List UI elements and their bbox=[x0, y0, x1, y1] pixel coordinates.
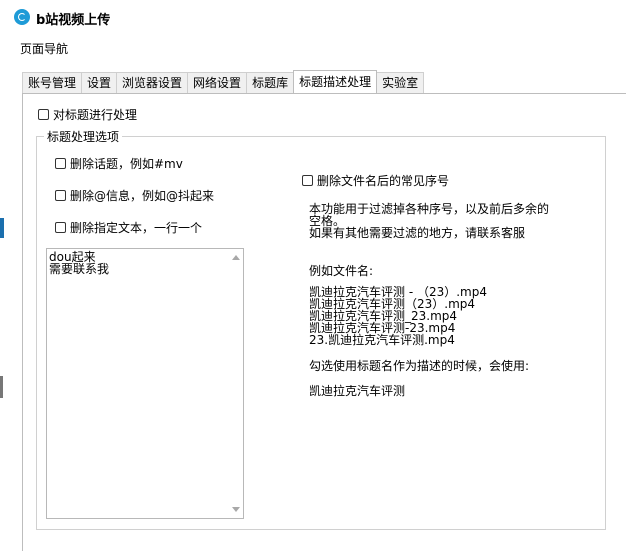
tab-title-library[interactable]: 标题库 bbox=[246, 72, 295, 93]
tab-lab[interactable]: 实验室 bbox=[376, 72, 425, 93]
page-nav-title: 页面导航 bbox=[20, 42, 69, 56]
title-options-legend: 标题处理选项 bbox=[44, 128, 123, 145]
remove-topic-checkbox[interactable]: 删除话题，例如#mv bbox=[55, 155, 183, 172]
tab-network-settings[interactable]: 网络设置 bbox=[187, 72, 248, 93]
remove-at-checkbox[interactable]: 删除@信息，例如@抖起来 bbox=[55, 187, 214, 204]
textarea-scrollbar[interactable] bbox=[229, 249, 243, 518]
result-note: 勾选使用标题名作为描述的时候，会使用: bbox=[309, 359, 530, 373]
desc-line: 如果有其他需要过滤的地方，请联系客服 bbox=[309, 226, 526, 240]
example-file-list: 凯迪拉克汽车评测 - （23）.mp4 凯迪拉克汽车评测（23）.mp4 凯迪拉… bbox=[309, 286, 487, 346]
scroll-down-icon[interactable] bbox=[232, 507, 240, 512]
remove-text-checkbox[interactable]: 删除指定文本，一行一个 bbox=[55, 219, 202, 236]
tab-title-desc-processing[interactable]: 标题描述处理 bbox=[293, 70, 378, 93]
remove-topic-checkbox-box[interactable] bbox=[55, 158, 66, 169]
result-value: 凯迪拉克汽车评测 bbox=[309, 384, 406, 398]
title-bar: b站视频上传 bbox=[0, 0, 626, 34]
app-logo-icon bbox=[14, 9, 30, 25]
tab-settings[interactable]: 设置 bbox=[81, 72, 118, 93]
remove-at-label: 删除@信息，例如@抖起来 bbox=[70, 189, 215, 203]
remove-text-input[interactable]: dou起来 需要联系我 bbox=[46, 248, 244, 519]
process-title-checkbox[interactable]: 对标题进行处理 bbox=[38, 106, 137, 123]
remove-serial-checkbox[interactable]: 删除文件名后的常见序号 bbox=[302, 172, 449, 189]
example-title: 例如文件名: bbox=[309, 264, 374, 278]
remove-text-label: 删除指定文本，一行一个 bbox=[70, 221, 203, 235]
tab-browser-settings[interactable]: 浏览器设置 bbox=[116, 72, 189, 93]
remove-at-checkbox-box[interactable] bbox=[55, 190, 66, 201]
example-file: 23.凯迪拉克汽车评测.mp4 bbox=[309, 333, 455, 347]
remove-serial-label: 删除文件名后的常见序号 bbox=[317, 174, 450, 188]
process-title-label: 对标题进行处理 bbox=[53, 108, 138, 122]
process-title-checkbox-box[interactable] bbox=[38, 109, 49, 120]
remove-text-checkbox-box[interactable] bbox=[55, 222, 66, 233]
tab-account-management[interactable]: 账号管理 bbox=[22, 72, 83, 93]
left-window-edge bbox=[0, 218, 4, 238]
tab-bar: 账号管理 设置 浏览器设置 网络设置 标题库 标题描述处理 实验室 bbox=[22, 70, 425, 93]
remove-text-input-content: dou起来 需要联系我 bbox=[49, 251, 109, 275]
remove-serial-checkbox-box[interactable] bbox=[302, 175, 313, 186]
window-title: b站视频上传 bbox=[36, 13, 111, 28]
left-window-edge-lower bbox=[0, 376, 3, 398]
desc-line: 本功能用于过滤掉各种序号，以及前后多余的 bbox=[309, 202, 550, 216]
scroll-up-icon[interactable] bbox=[232, 255, 240, 260]
textarea-line: 需要联系我 bbox=[49, 262, 110, 276]
remove-topic-label: 删除话题，例如#mv bbox=[70, 157, 183, 171]
serial-description: 本功能用于过滤掉各种序号，以及前后多余的 空格。 如果有其他需要过滤的地方，请联… bbox=[309, 203, 549, 239]
